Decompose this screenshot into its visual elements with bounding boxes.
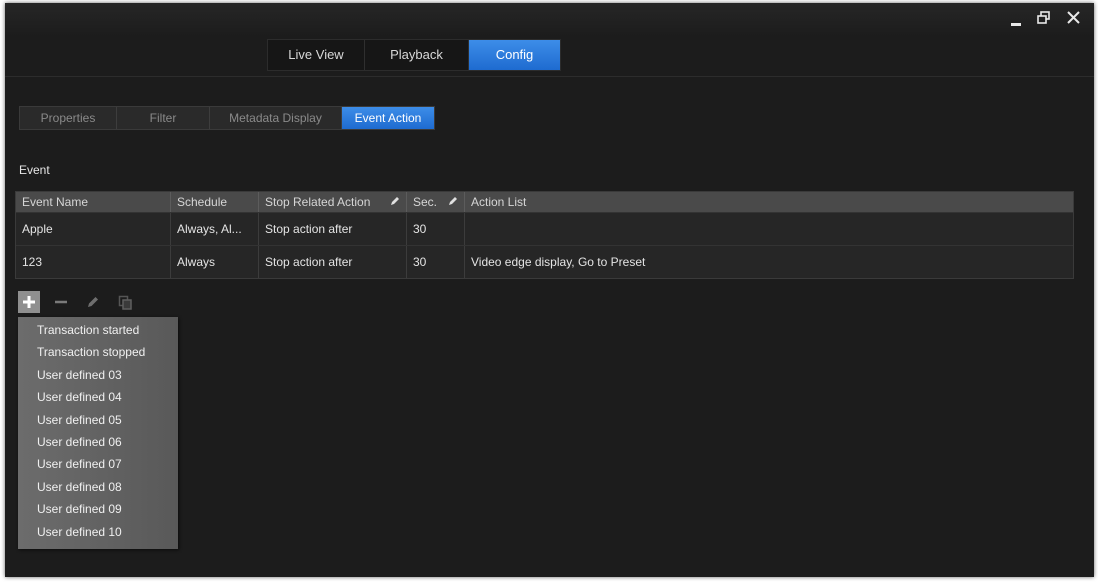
tab-live-view[interactable]: Live View: [268, 40, 365, 70]
restore-icon[interactable]: [1037, 11, 1051, 26]
menu-item-transaction-stopped[interactable]: Transaction stopped: [18, 341, 178, 363]
tab-event-action[interactable]: Event Action: [342, 107, 434, 129]
cell-event-name: 123: [16, 246, 171, 278]
column-header-stop-related-action[interactable]: Stop Related Action: [259, 192, 407, 212]
cell-stop-related-action: Stop action after: [259, 213, 407, 245]
add-event-button[interactable]: [18, 291, 40, 313]
app-window: Live View Playback Config Properties Fil…: [5, 3, 1094, 577]
cell-action-list: Video edge display, Go to Preset: [471, 255, 646, 269]
remove-event-button[interactable]: [50, 291, 72, 313]
main-tab-bar: Live View Playback Config: [267, 39, 561, 71]
cell-sec: 30: [407, 246, 465, 278]
divider: [5, 76, 1094, 77]
menu-item-user-defined-10[interactable]: User defined 10: [18, 521, 178, 543]
tab-properties[interactable]: Properties: [20, 107, 117, 129]
copy-event-button[interactable]: [114, 291, 136, 313]
edit-event-button[interactable]: [82, 291, 104, 313]
cell-action-list: [465, 213, 1073, 245]
tab-playback[interactable]: Playback: [365, 40, 469, 70]
pencil-icon[interactable]: [390, 195, 400, 209]
table-header-row: Event Name Schedule Stop Related Action …: [16, 192, 1073, 212]
menu-item-user-defined-09[interactable]: User defined 09: [18, 498, 178, 520]
menu-item-user-defined-03[interactable]: User defined 03: [18, 364, 178, 386]
cell-schedule: Always, Al...: [171, 213, 259, 245]
event-toolbar: [18, 291, 136, 313]
tab-metadata-display[interactable]: Metadata Display: [210, 107, 342, 129]
copy-icon: [118, 295, 132, 310]
menu-item-transaction-started[interactable]: Transaction started: [18, 319, 178, 341]
close-icon[interactable]: [1067, 11, 1080, 26]
minimize-icon[interactable]: [1011, 23, 1021, 26]
tab-filter[interactable]: Filter: [117, 107, 210, 129]
section-title: Event: [19, 163, 50, 177]
table-row[interactable]: 123 Always Stop action after 30 Video ed…: [16, 245, 1073, 278]
table-row[interactable]: Apple Always, Al... Stop action after 30: [16, 212, 1073, 245]
menu-item-user-defined-04[interactable]: User defined 04: [18, 386, 178, 408]
config-sub-tab-bar: Properties Filter Metadata Display Event…: [19, 106, 435, 130]
cell-event-name: Apple: [16, 213, 171, 245]
column-header-action-list[interactable]: Action List: [465, 192, 1073, 212]
minus-icon: [55, 300, 67, 304]
cell-schedule: Always: [171, 246, 259, 278]
menu-item-user-defined-08[interactable]: User defined 08: [18, 476, 178, 498]
column-header-sec[interactable]: Sec.: [407, 192, 465, 212]
window-controls: [1011, 11, 1080, 26]
title-bar: [5, 3, 1094, 37]
menu-item-user-defined-07[interactable]: User defined 07: [18, 453, 178, 475]
add-event-dropdown-menu: Transaction started Transaction stopped …: [18, 317, 178, 549]
event-table: Event Name Schedule Stop Related Action …: [15, 191, 1074, 279]
pencil-icon: [88, 297, 98, 307]
column-header-schedule[interactable]: Schedule: [171, 192, 259, 212]
menu-item-user-defined-06[interactable]: User defined 06: [18, 431, 178, 453]
cell-sec: 30: [407, 213, 465, 245]
plus-icon: [23, 296, 35, 308]
pencil-icon[interactable]: [448, 195, 458, 209]
cell-stop-related-action: Stop action after: [259, 246, 407, 278]
column-header-event-name[interactable]: Event Name: [16, 192, 171, 212]
tab-config[interactable]: Config: [469, 40, 560, 70]
menu-item-user-defined-05[interactable]: User defined 05: [18, 409, 178, 431]
